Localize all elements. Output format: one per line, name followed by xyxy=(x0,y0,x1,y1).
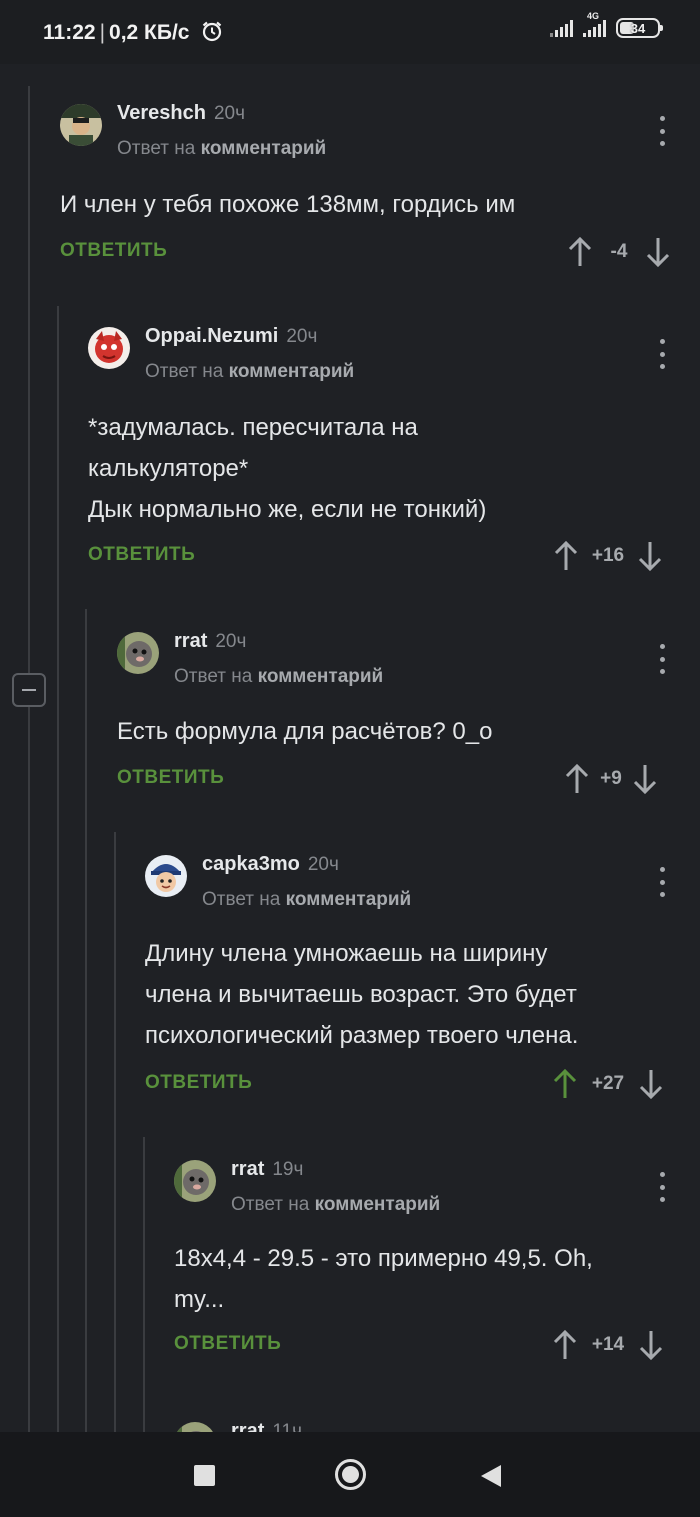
reply-to: Ответ на комментарий xyxy=(231,1194,441,1215)
reply-to: Ответ на комментарий xyxy=(174,666,384,687)
reply-target-link[interactable]: комментарий xyxy=(286,889,412,910)
comment-actions: ОТВЕТИТЬ +16 xyxy=(88,540,680,572)
comment: capka3mo 20ч Ответ на комментарий Длину ч… xyxy=(145,853,700,1113)
signal-icon xyxy=(550,19,573,37)
avatar[interactable] xyxy=(174,1422,216,1432)
thread-line-5 xyxy=(143,1137,145,1432)
comment-actions: ОТВЕТИТЬ +27 xyxy=(145,1068,679,1100)
network-speed: 0,2 КБ/с xyxy=(109,21,190,44)
battery-icon: 34 xyxy=(616,18,663,38)
comment-time: 20ч xyxy=(215,631,247,652)
username[interactable]: Vereshch 20ч xyxy=(117,102,245,125)
more-options-icon[interactable] xyxy=(657,339,667,369)
system-nav-bar xyxy=(0,1432,700,1517)
reply-button[interactable]: ОТВЕТИТЬ xyxy=(174,1333,281,1355)
comment-time: 20ч xyxy=(307,854,339,875)
reply-target-link[interactable]: комментарий xyxy=(229,361,355,382)
upvote-arrow-icon[interactable] xyxy=(552,540,580,572)
comment-actions: ОТВЕТИТЬ +9 xyxy=(117,763,680,795)
comment-time: 20ч xyxy=(213,103,245,124)
recent-apps-button[interactable] xyxy=(194,1465,215,1486)
username[interactable]: Oppai.Nezumi 20ч xyxy=(145,325,317,348)
signal-icon-2 xyxy=(583,19,606,37)
username[interactable]: capka3mo 20ч xyxy=(202,853,339,876)
upvote-arrow-icon[interactable] xyxy=(566,236,594,268)
score: +9 xyxy=(600,768,622,789)
comment-actions: ОТВЕТИТЬ +14 xyxy=(174,1329,679,1361)
downvote-arrow-icon[interactable] xyxy=(644,236,672,268)
username[interactable]: rrat 20ч xyxy=(174,630,246,653)
comment-time: 19ч xyxy=(272,1159,304,1180)
comment-text: Длину члена умножаешь на ширину члена и … xyxy=(145,940,579,1049)
comment-text: Есть формула для расчётов? 0_о xyxy=(117,718,493,745)
thread-line-3 xyxy=(85,609,87,1432)
comment-text: 18х4,4 - 29.5 - это примерно 49,5. Oh, m… xyxy=(174,1245,593,1313)
reply-to: Ответ на комментарий xyxy=(145,361,355,382)
vote-controls: +14 xyxy=(551,1329,665,1361)
more-options-icon[interactable] xyxy=(657,1172,667,1202)
collapse-thread-button[interactable] xyxy=(12,673,46,707)
vote-controls: +27 xyxy=(551,1068,665,1100)
downvote-arrow-icon[interactable] xyxy=(637,1329,665,1361)
status-bar: 11:22 | 0,2 КБ/с 4G 34 xyxy=(0,0,700,64)
comment: rrat 11ч xyxy=(174,1420,700,1432)
comment-text: *задумалась. пересчитала на калькуляторе… xyxy=(88,414,487,523)
upvote-arrow-icon[interactable] xyxy=(563,763,591,795)
comment: Oppai.Nezumi 20ч Ответ на комментарий *за… xyxy=(88,325,700,585)
network-type-indicator: 4G xyxy=(583,11,606,37)
status-right: 4G 34 xyxy=(550,11,663,38)
reply-button[interactable]: ОТВЕТИТЬ xyxy=(145,1072,252,1094)
comment-time: 11ч xyxy=(272,1421,302,1432)
clock: 11:22 xyxy=(43,21,96,44)
upvote-arrow-icon[interactable] xyxy=(551,1068,579,1100)
vote-controls: +9 xyxy=(563,763,659,795)
reply-button[interactable]: ОТВЕТИТЬ xyxy=(117,767,224,789)
reply-target-link[interactable]: комментарий xyxy=(258,666,384,687)
back-button[interactable] xyxy=(481,1465,501,1487)
more-options-icon[interactable] xyxy=(657,116,667,146)
network-type: 4G xyxy=(587,11,600,21)
comment-text: И член у тебя похоже 138мм, гордись им xyxy=(60,191,516,218)
reply-to: Ответ на комментарий xyxy=(202,889,412,910)
upvote-arrow-icon[interactable] xyxy=(551,1329,579,1361)
score: +14 xyxy=(591,1334,625,1355)
home-button[interactable] xyxy=(335,1459,366,1490)
comment: rrat 19ч Ответ на комментарий 18х4,4 - 29… xyxy=(174,1158,700,1408)
reply-button[interactable]: ОТВЕТИТЬ xyxy=(88,544,195,566)
vote-controls: -4 xyxy=(566,236,672,268)
comment-time: 20ч xyxy=(286,326,318,347)
more-options-icon[interactable] xyxy=(657,644,667,674)
more-options-icon[interactable] xyxy=(657,867,667,897)
battery-level: 34 xyxy=(630,20,646,36)
avatar[interactable] xyxy=(88,327,130,369)
score: +27 xyxy=(591,1073,625,1094)
downvote-arrow-icon[interactable] xyxy=(637,1068,665,1100)
comment: Vereshch 20ч Ответ на комментарий И член … xyxy=(60,102,700,282)
avatar[interactable] xyxy=(117,632,159,674)
reply-to: Ответ на комментарий xyxy=(117,138,327,159)
score: +16 xyxy=(591,545,625,566)
status-left: 11:22 | 0,2 КБ/с xyxy=(43,20,223,48)
username[interactable]: rrat 19ч xyxy=(231,1158,303,1181)
vote-controls: +16 xyxy=(552,540,664,572)
thread-line-1 xyxy=(28,86,30,1432)
avatar[interactable] xyxy=(145,855,187,897)
reply-target-link[interactable]: комментарий xyxy=(201,138,327,159)
downvote-arrow-icon[interactable] xyxy=(636,540,664,572)
avatar[interactable] xyxy=(60,104,102,146)
comment: rrat 20ч Ответ на комментарий Есть формул… xyxy=(117,630,700,810)
downvote-arrow-icon[interactable] xyxy=(631,763,659,795)
status-separator: | xyxy=(99,21,106,44)
thread-line-2 xyxy=(57,306,59,1432)
reply-button[interactable]: ОТВЕТИТЬ xyxy=(60,240,167,262)
alarm-icon xyxy=(201,20,223,48)
comment-thread: Vereshch 20ч Ответ на комментарий И член … xyxy=(0,64,700,1432)
comment-actions: ОТВЕТИТЬ -4 xyxy=(60,236,680,268)
username[interactable]: rrat 11ч xyxy=(231,1420,302,1432)
avatar[interactable] xyxy=(174,1160,216,1202)
score: -4 xyxy=(610,241,628,262)
thread-line-4 xyxy=(114,832,116,1432)
reply-target-link[interactable]: комментарий xyxy=(315,1194,441,1215)
